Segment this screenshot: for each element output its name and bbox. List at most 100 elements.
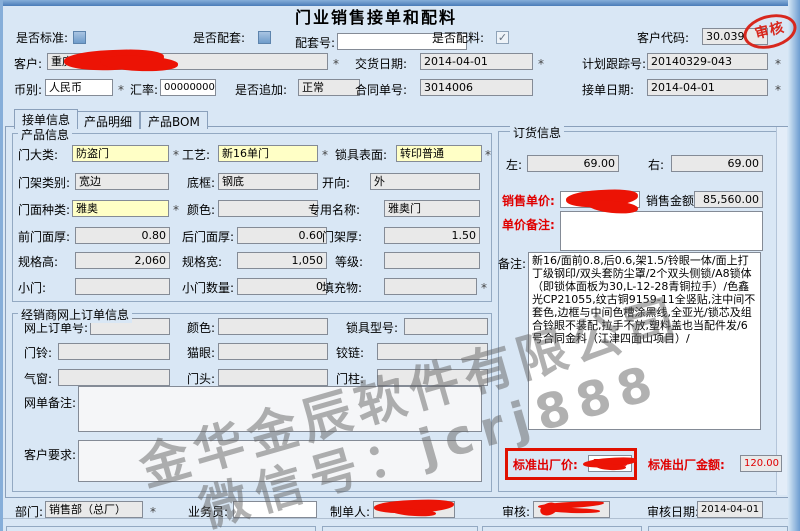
plan-track-field[interactable]: 20140329-043 bbox=[647, 53, 768, 70]
spec-width-label: 规格宽: bbox=[182, 255, 222, 269]
order-date-field[interactable]: 2014-04-01 bbox=[647, 79, 768, 96]
small-door-field[interactable] bbox=[75, 278, 170, 295]
bottom-frame-field[interactable]: 钢底 bbox=[218, 173, 318, 190]
back-face-field[interactable]: 0.60 bbox=[237, 227, 327, 244]
peephole-field[interactable] bbox=[218, 343, 328, 360]
door-post-field[interactable] bbox=[377, 369, 488, 386]
maker-label: 制单人: bbox=[330, 505, 370, 519]
tab-product-bom[interactable]: 产品BOM bbox=[140, 111, 208, 129]
dealer-color-field[interactable] bbox=[218, 318, 328, 335]
left-field[interactable]: 69.00 bbox=[527, 155, 619, 172]
door-category-required-mark: * bbox=[173, 148, 179, 162]
web-note-label: 网单备注: bbox=[24, 396, 76, 410]
left-label: 左: bbox=[506, 158, 522, 172]
frame-thick-label: 门架厚: bbox=[322, 230, 362, 244]
salesman-field[interactable] bbox=[233, 501, 317, 518]
tab-order-info[interactable]: 接单信息 bbox=[14, 109, 78, 129]
grade-field[interactable] bbox=[384, 252, 480, 269]
open-direction-field[interactable]: 外 bbox=[370, 173, 480, 190]
window-left-border bbox=[0, 0, 3, 531]
is-material-checkbox-checked-icon[interactable] bbox=[496, 31, 509, 44]
contract-no-label: 合同单号: bbox=[355, 83, 407, 97]
dept-required-mark: * bbox=[150, 505, 156, 519]
special-name-label: 专用名称: bbox=[308, 203, 360, 217]
face-type-label: 门面种类: bbox=[18, 203, 70, 217]
lock-model-label: 锁具型号: bbox=[346, 321, 398, 335]
contract-no-field[interactable]: 3014006 bbox=[420, 79, 533, 96]
delivery-date-field[interactable]: 2014-04-01 bbox=[420, 53, 533, 70]
delivery-date-label: 交货日期: bbox=[355, 57, 407, 71]
std-amount-field[interactable]: 120.00 bbox=[740, 455, 782, 472]
face-type-field[interactable]: 雅奥 bbox=[72, 200, 169, 217]
is-material-label: 是否配料: bbox=[432, 31, 484, 45]
is-standard-label: 是否标准: bbox=[16, 31, 68, 45]
exchange-rate-field[interactable]: 000000000 bbox=[160, 79, 216, 96]
sale-amount-label: 销售金额: bbox=[646, 194, 698, 208]
audit-date-label: 审核日期: bbox=[647, 505, 699, 519]
is-standard-checkbox[interactable] bbox=[73, 31, 86, 44]
note-label: 备注: bbox=[498, 257, 526, 271]
craft-required-mark: * bbox=[322, 148, 328, 162]
note-textarea[interactable]: 新16/面前0.8,后0.6,架1.5/铃眼一体/面上打丁级钢印/双头套防尘罩/… bbox=[528, 252, 761, 430]
customer-required-mark: * bbox=[333, 57, 339, 71]
filler-field[interactable] bbox=[384, 278, 477, 295]
sale-price-label: 销售单价: bbox=[502, 194, 555, 208]
filler-required-mark: * bbox=[481, 281, 487, 295]
exchange-rate-label: 汇率: bbox=[130, 83, 158, 97]
small-door-qty-field[interactable]: 0 bbox=[237, 278, 327, 295]
frame-type-field[interactable]: 宽边 bbox=[75, 173, 169, 190]
hinge-label: 铰链: bbox=[336, 346, 364, 360]
window-right-border bbox=[788, 0, 800, 531]
lock-surface-label: 锁具表面: bbox=[335, 148, 387, 162]
air-window-field[interactable] bbox=[58, 369, 170, 386]
door-category-label: 门大类: bbox=[18, 148, 58, 162]
special-name-field[interactable]: 雅奥门 bbox=[384, 200, 480, 217]
currency-field[interactable]: 人民币 bbox=[45, 79, 113, 96]
frame-thick-field[interactable]: 1.50 bbox=[384, 227, 480, 244]
dept-field[interactable]: 销售部（总厂） bbox=[45, 501, 143, 518]
clipped-groupbox-1 bbox=[6, 526, 316, 531]
is-kit-checkbox[interactable] bbox=[258, 31, 271, 44]
hinge-field[interactable] bbox=[377, 343, 488, 360]
door-head-field[interactable] bbox=[218, 369, 328, 386]
spec-height-label: 规格高: bbox=[18, 255, 58, 269]
spec-width-field[interactable]: 1,050 bbox=[237, 252, 327, 269]
small-door-qty-label: 小门数量: bbox=[182, 281, 234, 295]
price-note-textarea[interactable] bbox=[560, 211, 763, 251]
door-category-field[interactable]: 防盗门 bbox=[72, 145, 169, 162]
spec-height-field[interactable]: 2,060 bbox=[75, 252, 170, 269]
bottom-frame-label: 底框: bbox=[187, 176, 215, 190]
audit-date-field[interactable]: 2014-04-01 1 bbox=[697, 501, 763, 518]
currency-required-mark: * bbox=[118, 83, 124, 97]
air-window-label: 气窗: bbox=[24, 372, 52, 386]
face-type-required-mark: * bbox=[173, 203, 179, 217]
delivery-date-required-mark: * bbox=[538, 57, 544, 71]
craft-field[interactable]: 新16单门 bbox=[218, 145, 318, 162]
vertical-scrollbar[interactable] bbox=[776, 127, 787, 495]
auditor-label: 审核: bbox=[502, 505, 530, 519]
order-date-label: 接单日期: bbox=[582, 83, 634, 97]
right-field[interactable]: 69.00 bbox=[671, 155, 763, 172]
color-field[interactable] bbox=[218, 200, 318, 217]
is-kit-label: 是否配套: bbox=[193, 31, 245, 45]
customer-req-textarea[interactable] bbox=[78, 440, 482, 482]
is-append-field[interactable]: 正常 bbox=[298, 79, 360, 96]
clipped-groupbox-2 bbox=[322, 526, 478, 531]
sale-amount-field[interactable]: 85,560.00 bbox=[694, 191, 763, 208]
tab-product-detail[interactable]: 产品明细 bbox=[76, 111, 140, 129]
grade-label: 等级: bbox=[335, 255, 363, 269]
window-top-border bbox=[0, 0, 800, 6]
lock-model-field[interactable] bbox=[404, 318, 488, 335]
web-note-textarea[interactable] bbox=[78, 386, 482, 432]
small-door-label: 小门: bbox=[18, 281, 46, 295]
clipped-groupbox-4 bbox=[648, 526, 788, 531]
lock-surface-field[interactable]: 转印普通 bbox=[396, 145, 482, 162]
std-amount-label: 标准出厂金额: bbox=[648, 458, 725, 472]
front-face-field[interactable]: 0.80 bbox=[75, 227, 170, 244]
doorbell-field[interactable] bbox=[58, 343, 170, 360]
order-window: 门业销售接单和配料 审核 是否标准: 是否配套: 配套号: 是否配料: 客户代码… bbox=[0, 0, 800, 531]
dept-label: 部门: bbox=[15, 505, 43, 519]
footer-separator bbox=[2, 518, 788, 519]
online-no-label: 网上订单号: bbox=[24, 321, 88, 335]
currency-label: 币别: bbox=[14, 83, 42, 97]
